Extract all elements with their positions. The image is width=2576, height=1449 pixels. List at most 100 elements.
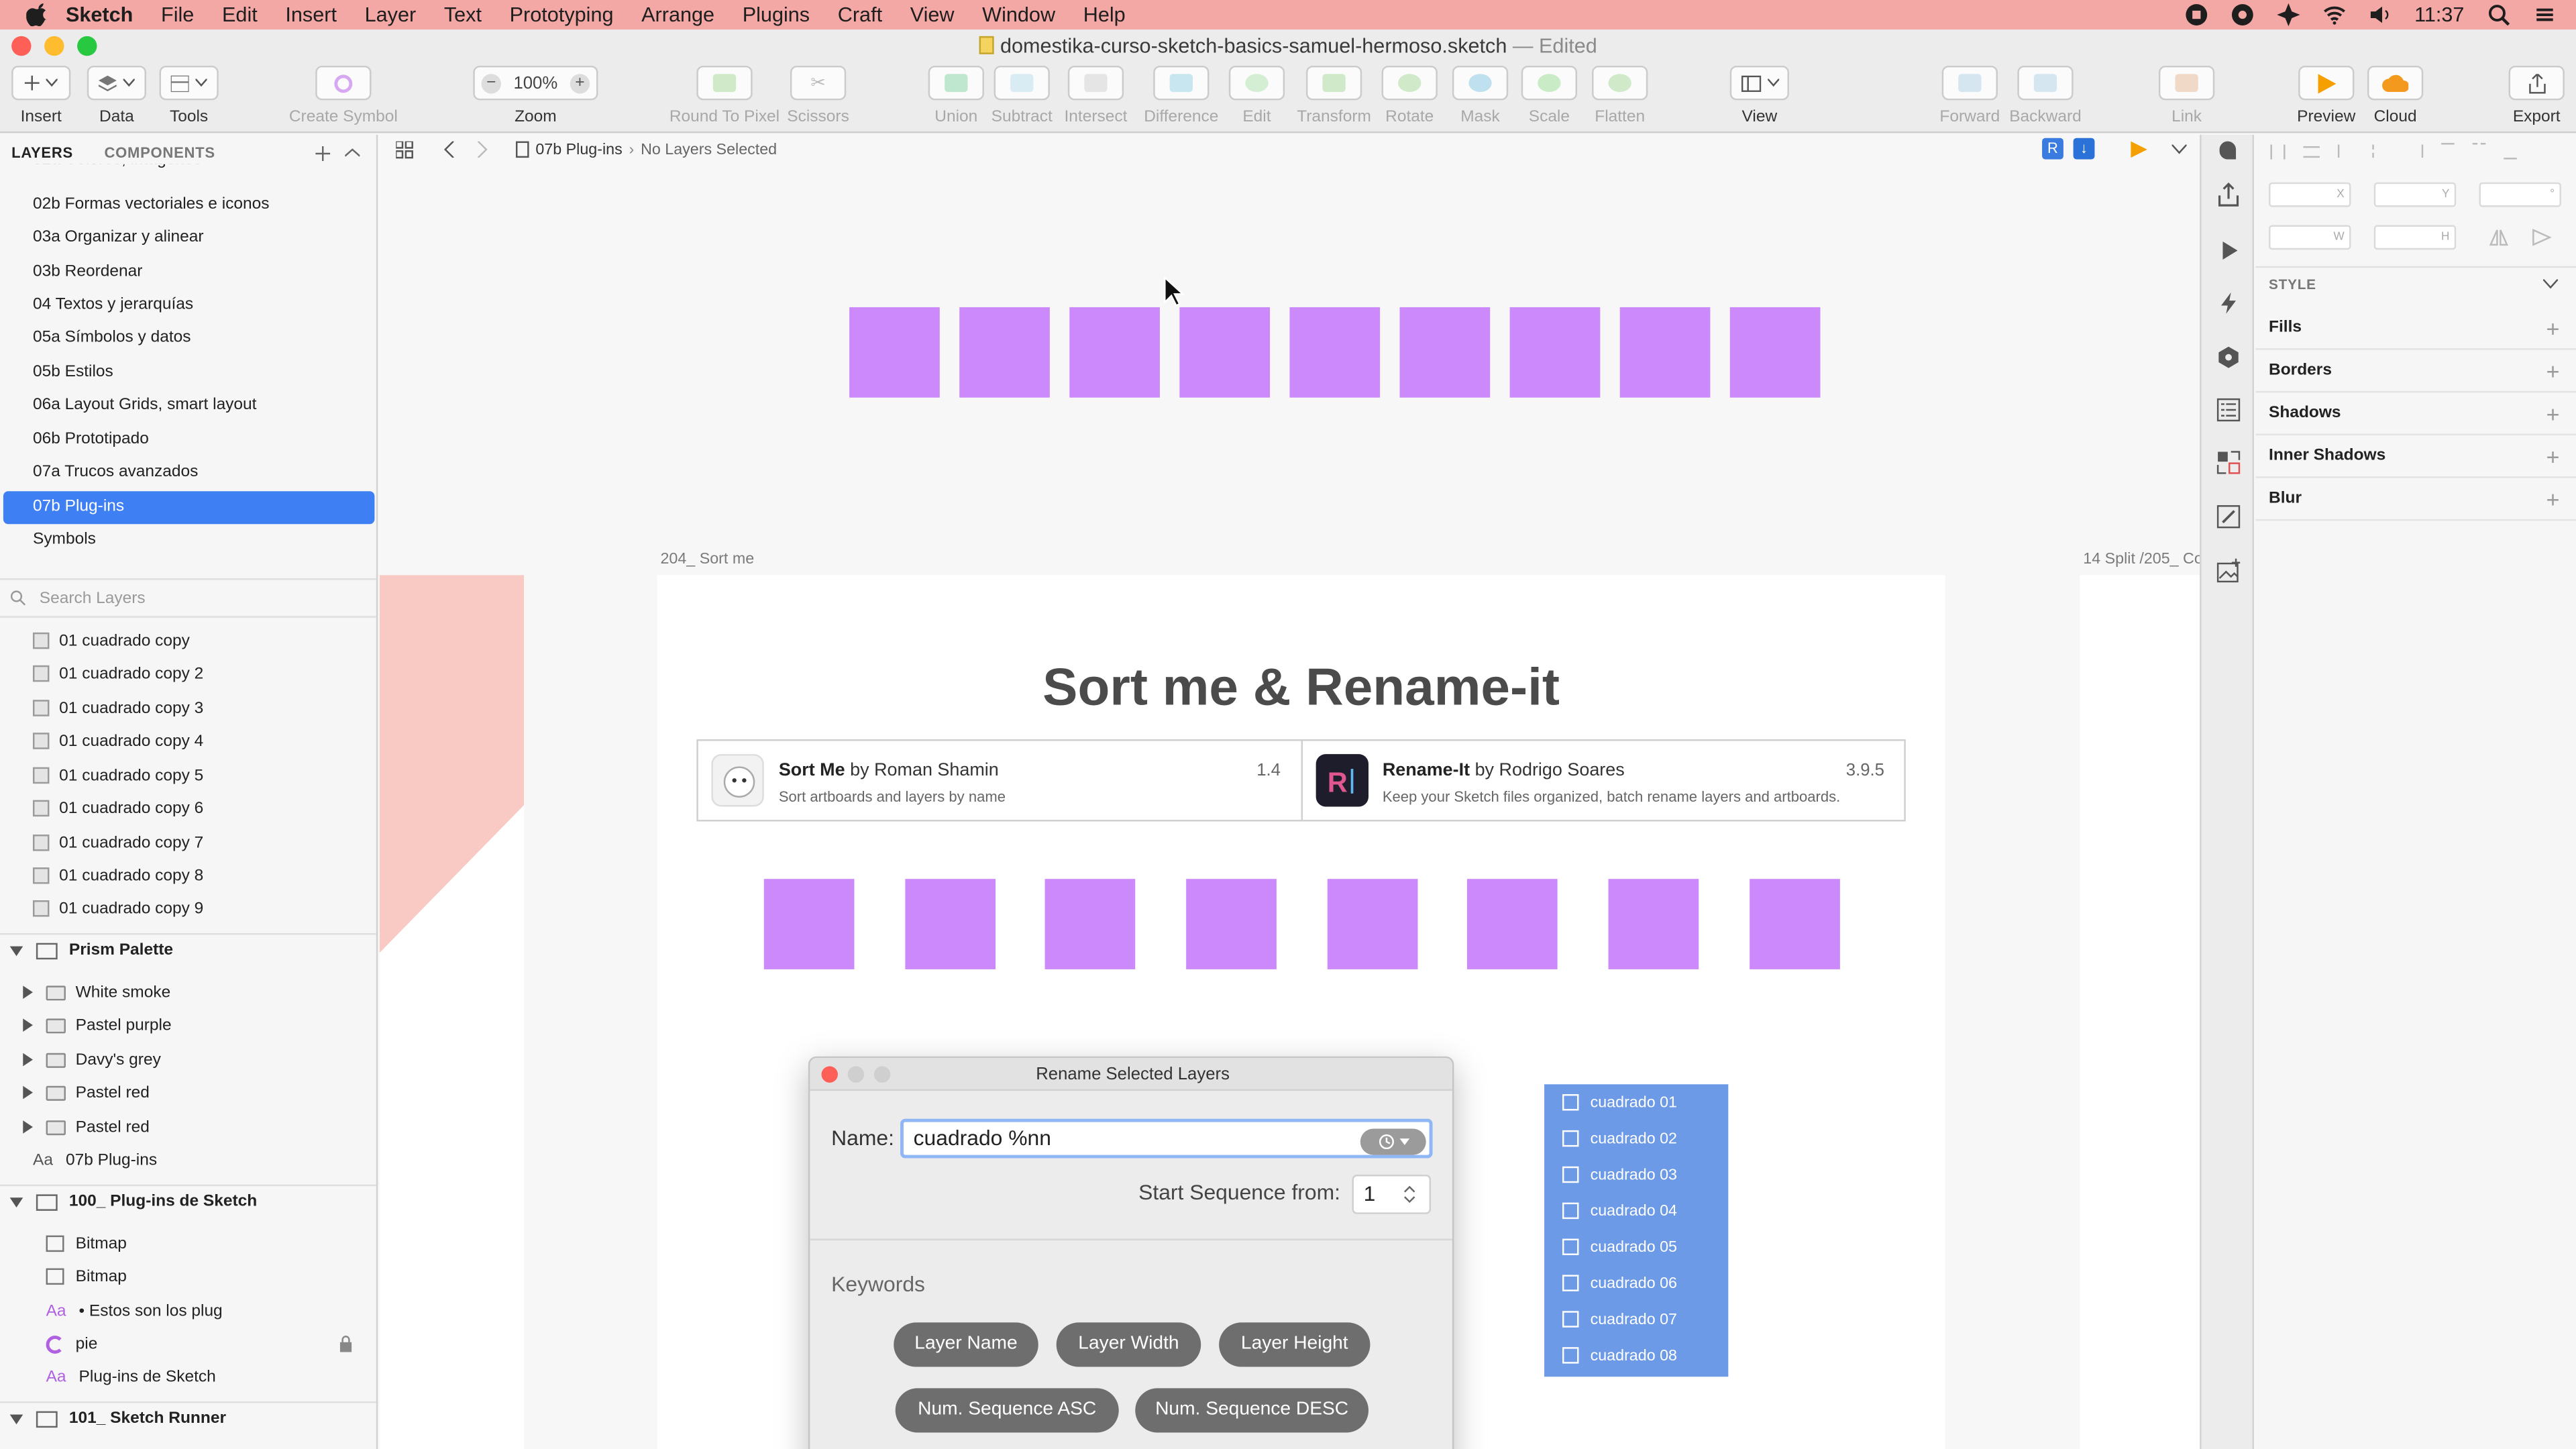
mask-button[interactable]: Mask xyxy=(1452,65,1509,127)
zoom-in-button[interactable]: + xyxy=(570,72,590,93)
layer-text[interactable]: Aa 07b Plug-ins xyxy=(0,1143,376,1176)
insert-tool[interactable]: Insert xyxy=(10,65,72,127)
page-item[interactable]: 03a Organizar y alinear xyxy=(3,222,374,255)
purple-square[interactable] xyxy=(1179,307,1271,398)
layer-group[interactable]: Davy's grey xyxy=(0,1043,376,1076)
page-item[interactable]: 03b Reordenar xyxy=(3,256,374,289)
keyword-layer-width-button[interactable]: Layer Width xyxy=(1056,1322,1201,1367)
difference-button[interactable]: Difference xyxy=(1134,65,1229,127)
purple-square[interactable] xyxy=(1509,307,1601,398)
dialog-close-button[interactable] xyxy=(821,1066,838,1083)
purple-square[interactable] xyxy=(1327,879,1418,969)
forward-button[interactable]: Forward xyxy=(1939,65,2000,127)
width-field[interactable]: W xyxy=(2269,225,2351,250)
menu-edit[interactable]: Edit xyxy=(222,3,258,26)
blur-section[interactable]: Blur + xyxy=(2255,478,2576,521)
add-inner-shadow-icon[interactable]: + xyxy=(2546,435,2559,478)
disclosure-triangle-icon[interactable] xyxy=(9,945,23,956)
flatten-button[interactable]: Flatten xyxy=(1592,65,1648,127)
purple-square[interactable] xyxy=(1729,307,1821,398)
union-button[interactable]: Union xyxy=(926,65,985,127)
artboard-pink[interactable] xyxy=(379,575,525,1449)
layer-artboard[interactable]: 100_ Plug-ins de Sketch xyxy=(0,1184,376,1218)
purple-square[interactable] xyxy=(959,307,1050,398)
inspector-design-icon[interactable] xyxy=(2216,138,2241,163)
forward-arrow-icon[interactable] xyxy=(476,141,488,158)
menu-prototyping[interactable]: Prototyping xyxy=(510,3,614,26)
chevron-down-icon[interactable] xyxy=(2171,144,2187,155)
purple-square[interactable] xyxy=(1044,879,1136,969)
purple-square[interactable] xyxy=(1750,879,1840,969)
artboard-label[interactable]: 14 Split /205_ Co xyxy=(2083,550,2200,568)
tab-layers[interactable]: LAYERS xyxy=(11,145,73,161)
disclosure-triangle-icon[interactable] xyxy=(23,985,33,999)
fills-section[interactable]: Fills + xyxy=(2255,307,2576,350)
cloud-button[interactable]: Cloud xyxy=(2366,65,2425,127)
page-item[interactable]: 04 Textos y jerarquías xyxy=(3,289,374,322)
link-button[interactable]: Link xyxy=(2158,65,2215,127)
align-right-edge-icon[interactable] xyxy=(2407,144,2424,158)
layer-row[interactable]: 01 cuadrado copy 2 xyxy=(0,657,376,690)
layer-row[interactable]: 01 cuadrado copy 5 xyxy=(0,759,376,792)
page-item[interactable]: 05a Símbolos y datos xyxy=(3,322,374,355)
menu-view[interactable]: View xyxy=(910,3,955,26)
layer-row[interactable]: 01 cuadrado copy 4 xyxy=(0,724,376,757)
layer-row[interactable]: 01 cuadrado copy 8 xyxy=(0,859,376,892)
purple-square[interactable] xyxy=(1466,879,1558,969)
data-tool[interactable]: Data xyxy=(85,65,148,127)
keyword-layer-name-button[interactable]: Layer Name xyxy=(894,1322,1038,1367)
disclosure-triangle-icon[interactable] xyxy=(23,1085,33,1099)
menu-craft[interactable]: Craft xyxy=(838,3,882,26)
layer-row[interactable]: 01 cuadrado copy 3 xyxy=(0,692,376,724)
disclosure-triangle-icon[interactable] xyxy=(23,1053,33,1067)
layer-group[interactable]: Pastel red xyxy=(0,1076,376,1109)
scissors-button[interactable]: ✂ Scissors xyxy=(779,65,858,127)
menu-insert[interactable]: Insert xyxy=(285,3,337,26)
lightning-icon[interactable] xyxy=(2216,290,2241,315)
stepper-arrows-icon[interactable] xyxy=(1403,1185,1416,1204)
hexagon-icon[interactable] xyxy=(2216,345,2241,370)
purple-square[interactable] xyxy=(1608,879,1699,969)
menu-text[interactable]: Text xyxy=(444,3,482,26)
clock[interactable]: 11:37 xyxy=(2414,3,2464,26)
disclosure-triangle-icon[interactable] xyxy=(23,1018,33,1032)
layer-group[interactable]: Pastel purple xyxy=(0,1009,376,1042)
purple-square[interactable] xyxy=(905,879,996,969)
layer-bitmap[interactable]: Bitmap xyxy=(0,1227,376,1260)
menu-help[interactable]: Help xyxy=(1083,3,1126,26)
layer-artboard[interactable]: 101_ Sketch Runner xyxy=(0,1401,376,1434)
add-fill-icon[interactable]: + xyxy=(2546,307,2559,350)
breadcrumb-page[interactable]: 07b Plug-ins xyxy=(535,140,622,158)
edit-image-icon[interactable] xyxy=(2216,504,2241,529)
page-item[interactable]: 06a Layout Grids, smart layout xyxy=(3,389,374,422)
prototype-play-icon[interactable] xyxy=(2216,238,2241,263)
aperture-icon[interactable] xyxy=(2231,3,2253,26)
transform-button[interactable]: Transform xyxy=(1295,65,1374,127)
layer-symbol[interactable]: pie xyxy=(0,1328,376,1360)
shadows-section[interactable]: Shadows + xyxy=(2255,392,2576,435)
purple-square[interactable] xyxy=(1069,307,1160,398)
history-dropdown[interactable] xyxy=(1360,1128,1426,1155)
list-item[interactable]: cuadrado 01 xyxy=(1544,1084,1728,1120)
page-item[interactable]: 05b Estilos xyxy=(3,356,374,389)
borders-section[interactable]: Borders + xyxy=(2255,350,2576,393)
spotlight-search-icon[interactable] xyxy=(2487,3,2510,26)
layer-group[interactable]: White smoke xyxy=(0,976,376,1009)
zoom-control[interactable]: − 100% + Zoom xyxy=(472,65,600,127)
inner-shadows-section[interactable]: Inner Shadows + xyxy=(2255,435,2576,478)
layer-row[interactable]: 01 cuadrado copy 7 xyxy=(0,826,376,859)
layer-row[interactable]: 01 cuadrado copy 9 xyxy=(0,892,376,925)
chevron-down-icon[interactable] xyxy=(2543,279,2559,289)
record-icon[interactable] xyxy=(2184,3,2207,26)
layer-text[interactable]: Aa Plug-ins de Sketch xyxy=(0,1360,376,1393)
list-item[interactable]: cuadrado 08 xyxy=(1544,1337,1728,1373)
tools-tool[interactable]: Tools xyxy=(158,65,220,127)
disclosure-triangle-icon[interactable] xyxy=(23,1120,33,1134)
tab-components[interactable]: COMPONENTS xyxy=(104,145,215,161)
align-bottom-icon[interactable] xyxy=(2504,143,2517,160)
y-field[interactable]: Y xyxy=(2373,182,2457,207)
edit-button[interactable]: Edit xyxy=(1228,65,1285,127)
add-page-icon[interactable] xyxy=(315,146,331,162)
apple-icon[interactable] xyxy=(26,3,49,27)
craft-icon[interactable] xyxy=(2276,3,2300,27)
